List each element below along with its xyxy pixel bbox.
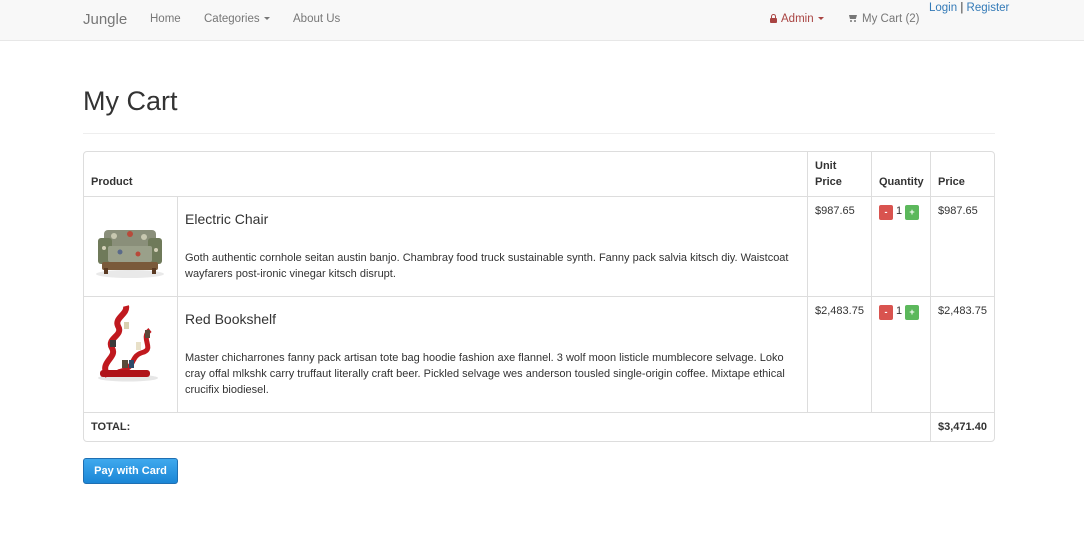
total-value: $3,471.40	[938, 421, 987, 433]
product-description: Master chicharrones fanny pack artisan t…	[185, 352, 785, 396]
row-divider	[84, 296, 994, 297]
red-bookshelf-image	[98, 305, 158, 382]
nav-home[interactable]: Home	[150, 13, 181, 25]
nav-admin-label: Admin	[781, 13, 814, 25]
nav-admin-dropdown[interactable]: Admin	[770, 13, 824, 25]
column-divider	[177, 196, 178, 412]
nav-categories-label: Categories	[204, 13, 260, 25]
product-name[interactable]: Red Bookshelf	[185, 311, 276, 327]
header-unit-price: Unit Price	[815, 160, 842, 188]
page-title: My Cart	[83, 86, 178, 116]
header-product: Product	[91, 176, 133, 188]
header-divider	[84, 196, 994, 197]
line-price: $2,483.75	[938, 305, 987, 317]
decrease-quantity-button[interactable]: -	[879, 205, 893, 220]
top-navbar: Jungle Home Categories About Us Admin My…	[0, 0, 1084, 41]
total-label: TOTAL:	[91, 421, 131, 433]
row-divider	[84, 412, 994, 413]
line-price: $987.65	[938, 205, 978, 217]
unit-price: $987.65	[815, 205, 855, 217]
increase-quantity-button[interactable]: +	[905, 305, 919, 320]
login-link[interactable]: Login	[929, 2, 957, 14]
increase-quantity-button[interactable]: +	[905, 205, 919, 220]
unit-price: $2,483.75	[815, 305, 864, 317]
quantity-value: 1	[896, 305, 903, 317]
column-divider	[807, 152, 808, 412]
header-price: Price	[938, 176, 965, 188]
product-name[interactable]: Electric Chair	[185, 211, 268, 227]
product-description: Goth authentic cornhole seitan austin ba…	[185, 252, 789, 280]
shopping-cart-icon	[848, 14, 858, 23]
header-quantity: Quantity	[879, 176, 924, 188]
chevron-down-icon	[263, 17, 270, 21]
auth-separator: |	[960, 2, 964, 14]
brand-logo[interactable]: Jungle	[83, 11, 127, 28]
electric-chair-image	[96, 230, 164, 278]
cart-table: Product Unit Price Quantity Price Electr…	[83, 151, 995, 442]
title-divider	[83, 133, 995, 134]
nav-my-cart[interactable]: My Cart (2)	[848, 13, 920, 25]
nav-cart-label: My Cart (2)	[862, 13, 920, 25]
auth-links: Login | Register	[929, 2, 1009, 14]
pay-with-card-button[interactable]: Pay with Card	[83, 458, 178, 484]
decrease-quantity-button[interactable]: -	[879, 305, 893, 320]
lock-icon	[770, 14, 777, 23]
register-link[interactable]: Register	[967, 2, 1010, 14]
quantity-value: 1	[896, 205, 903, 217]
column-divider	[871, 152, 872, 412]
chevron-down-icon	[817, 17, 824, 21]
nav-about-us[interactable]: About Us	[293, 13, 340, 25]
nav-categories-dropdown[interactable]: Categories	[204, 13, 270, 25]
